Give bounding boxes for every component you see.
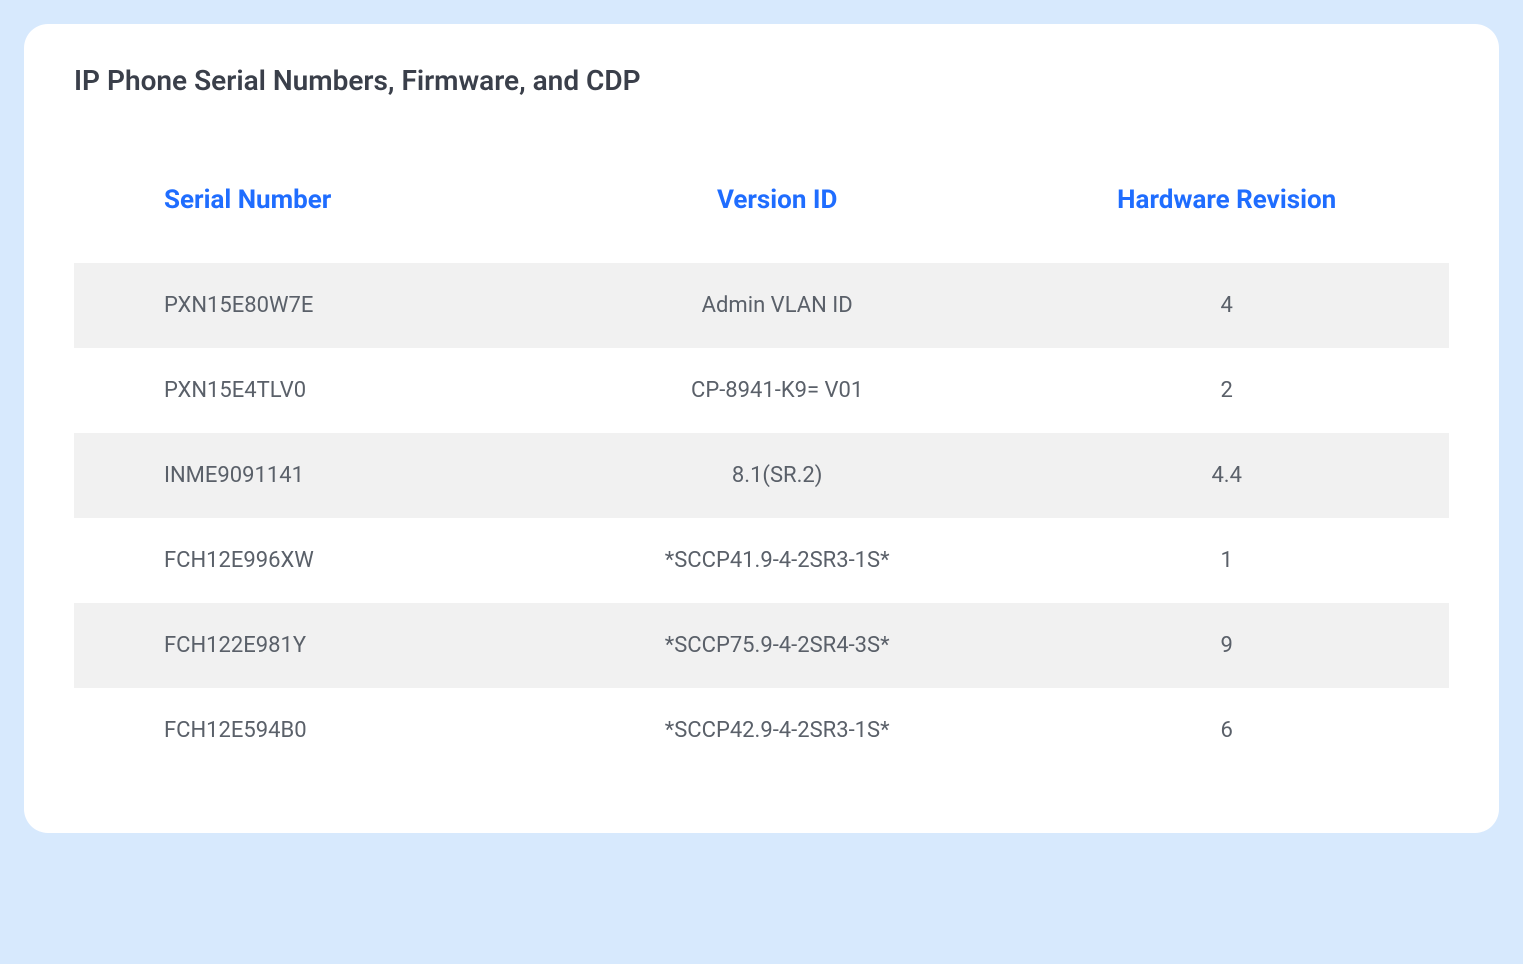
table-row: PXN15E4TLV0 CP-8941-K9= V01 2 [74,348,1449,433]
cell-serial: FCH12E594B0 [74,688,550,773]
cell-serial: FCH12E996XW [74,518,550,603]
data-table: Serial Number Version ID Hardware Revisi… [74,157,1449,773]
cell-revision: 9 [1004,603,1449,688]
table-row: FCH122E981Y *SCCP75.9-4-2SR4-3S* 9 [74,603,1449,688]
cell-version: *SCCP42.9-4-2SR3-1S* [550,688,1004,773]
cell-revision: 4 [1004,263,1449,348]
table-row: FCH12E594B0 *SCCP42.9-4-2SR3-1S* 6 [74,688,1449,773]
cell-revision: 6 [1004,688,1449,773]
cell-revision: 1 [1004,518,1449,603]
table-row: FCH12E996XW *SCCP41.9-4-2SR3-1S* 1 [74,518,1449,603]
data-card: IP Phone Serial Numbers, Firmware, and C… [24,24,1499,833]
header-version: Version ID [550,157,1004,263]
cell-serial: PXN15E80W7E [74,263,550,348]
cell-serial: PXN15E4TLV0 [74,348,550,433]
cell-revision: 2 [1004,348,1449,433]
header-serial: Serial Number [74,157,550,263]
header-revision: Hardware Revision [1004,157,1449,263]
cell-version: 8.1(SR.2) [550,433,1004,518]
table-row: PXN15E80W7E Admin VLAN ID 4 [74,263,1449,348]
table-body: PXN15E80W7E Admin VLAN ID 4 PXN15E4TLV0 … [74,263,1449,773]
table-row: INME9091141 8.1(SR.2) 4.4 [74,433,1449,518]
cell-version: *SCCP41.9-4-2SR3-1S* [550,518,1004,603]
header-row: Serial Number Version ID Hardware Revisi… [74,157,1449,263]
cell-serial: FCH122E981Y [74,603,550,688]
cell-version: *SCCP75.9-4-2SR4-3S* [550,603,1004,688]
card-title: IP Phone Serial Numbers, Firmware, and C… [74,64,1449,97]
cell-version: Admin VLAN ID [550,263,1004,348]
cell-version: CP-8941-K9= V01 [550,348,1004,433]
cell-revision: 4.4 [1004,433,1449,518]
cell-serial: INME9091141 [74,433,550,518]
